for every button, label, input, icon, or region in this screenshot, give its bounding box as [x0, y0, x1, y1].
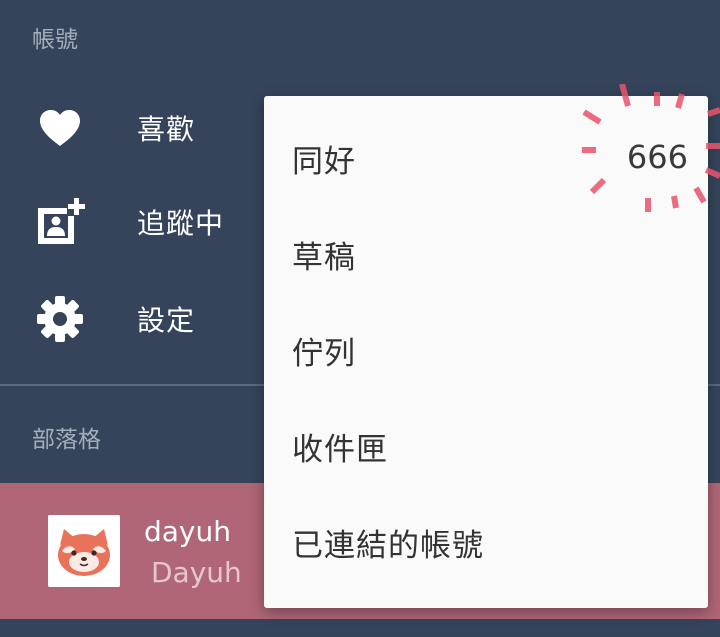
- sidebar-item-settings[interactable]: 設定: [0, 279, 264, 359]
- account-section-header: 帳號: [32, 27, 78, 53]
- menu-item-label: 已連結的帳號: [292, 528, 484, 564]
- bottom-strip: [0, 619, 720, 637]
- menu-item-label: 佇列: [292, 336, 356, 372]
- app-screen: 帳號 喜歡 追蹤中 設定 部落格 dayuh Dayuh 同好 666 草稿 佇…: [0, 0, 720, 637]
- gear-icon: [34, 293, 86, 345]
- menu-item-followers[interactable]: 同好 666: [264, 96, 708, 192]
- menu-item-drafts[interactable]: 草稿: [264, 192, 708, 288]
- blog-name: dayuh: [144, 515, 231, 548]
- heart-icon: [34, 102, 86, 154]
- menu-item-label: 同好: [292, 144, 356, 180]
- menu-item-inbox[interactable]: 收件匣: [264, 384, 708, 480]
- menu-item-linked-accounts[interactable]: 已連結的帳號: [264, 480, 708, 576]
- add-contact-icon: [34, 196, 86, 248]
- sidebar-item-following[interactable]: 追蹤中: [0, 182, 264, 262]
- red-panda-avatar-icon: [48, 515, 120, 587]
- sidebar-item-label: 喜歡: [137, 113, 196, 146]
- blogs-section-header: 部落格: [32, 427, 101, 453]
- popup-menu: 同好 666 草稿 佇列 收件匣 已連結的帳號: [264, 96, 708, 608]
- blog-avatar: [48, 515, 120, 587]
- menu-item-label: 收件匣: [292, 432, 388, 468]
- menu-item-queue[interactable]: 佇列: [264, 288, 708, 384]
- sidebar-item-label: 追蹤中: [137, 207, 225, 240]
- blog-title: Dayuh: [151, 556, 242, 589]
- sidebar-item-likes[interactable]: 喜歡: [0, 88, 264, 168]
- menu-item-label: 草稿: [292, 240, 356, 276]
- sidebar-item-label: 設定: [137, 304, 196, 337]
- followers-count: 666: [626, 138, 688, 176]
